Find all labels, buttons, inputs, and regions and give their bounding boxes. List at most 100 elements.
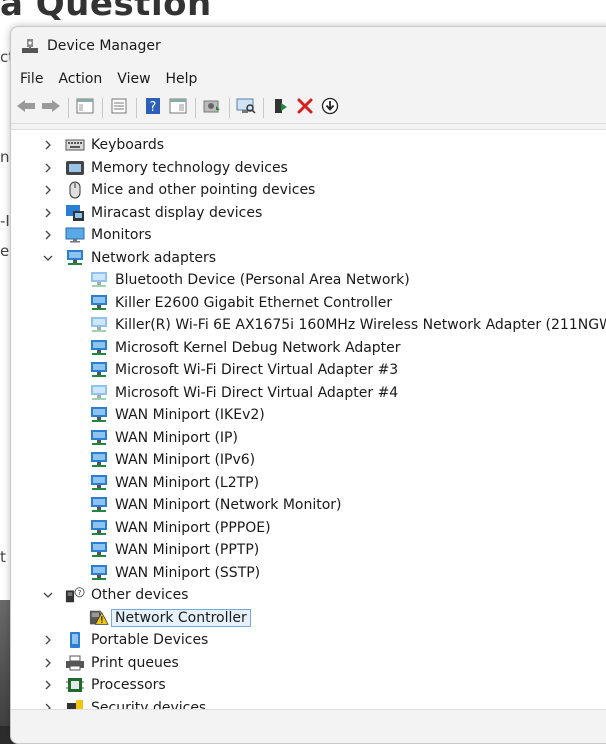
background-text-fragment: n (0, 148, 10, 166)
network-adapter-icon (89, 406, 109, 424)
network-adapter-icon (89, 564, 109, 582)
status-bar (11, 709, 606, 743)
tree-device-wan-miniport-ipv6[interactable]: WAN Miniport (IPv6) (89, 449, 255, 471)
toolbar-separator (136, 98, 137, 118)
tree-item-label: Microsoft Kernel Debug Network Adapter (115, 339, 401, 356)
network-adapter-dim-icon (89, 271, 109, 289)
help-button[interactable]: ? (141, 97, 165, 119)
toolbar-separator (195, 98, 196, 118)
chevron-down-icon[interactable] (41, 254, 55, 262)
forward-button[interactable] (39, 97, 63, 119)
add-driver-button[interactable] (268, 97, 292, 119)
disable-device-button[interactable] (318, 97, 342, 119)
update-driver-button[interactable] (200, 97, 224, 119)
tree-device-wan-miniport-sstp[interactable]: WAN Miniport (SSTP) (89, 562, 260, 584)
scan-hardware-icon (236, 98, 256, 118)
menu-bar: File Action View Help (11, 65, 606, 93)
unknown-device-icon: ? (65, 586, 85, 604)
background-page-heading: a Question (0, 0, 212, 24)
show-hide-console-tree-button[interactable] (73, 97, 97, 119)
network-adapter-icon (89, 496, 109, 514)
chevron-down-icon[interactable] (41, 591, 55, 599)
tree-item-label: Microsoft Wi-Fi Direct Virtual Adapter #… (115, 362, 399, 378)
tree-device-microsoft-kernel-debug-network-adapter[interactable]: Microsoft Kernel Debug Network Adapter (89, 337, 401, 359)
tree-category-keyboards[interactable]: Keyboards (41, 134, 164, 156)
monitor-icon (65, 226, 85, 244)
background-text-fragment: t (0, 548, 6, 566)
network-adapter-icon (89, 541, 109, 559)
action-pane-button[interactable] (166, 97, 190, 119)
tree-category-security-devices[interactable]: Security devices (41, 697, 206, 710)
menu-file[interactable]: File (20, 71, 53, 87)
chevron-right-icon[interactable] (41, 140, 55, 150)
network-adapter-icon (89, 339, 109, 357)
network-adapter-dim-icon (89, 316, 109, 334)
tree-item-label: Processors (91, 677, 166, 693)
network-icon (65, 249, 85, 267)
back-icon (16, 99, 36, 117)
tree-item-label: WAN Miniport (IPv6) (115, 452, 256, 468)
tree-device-wan-miniport-ikev2[interactable]: WAN Miniport (IKEv2) (89, 404, 265, 426)
tree-device-network-controller[interactable]: Network Controller (89, 607, 251, 629)
chevron-right-icon[interactable] (41, 635, 55, 645)
tree-category-print-queues[interactable]: Print queues (41, 652, 179, 674)
properties-button[interactable] (107, 97, 131, 119)
toolbar-separator (68, 98, 69, 118)
chevron-right-icon[interactable] (41, 680, 55, 690)
network-adapter-icon (89, 451, 109, 469)
tree-category-network-adapters[interactable]: Network adapters (41, 247, 216, 269)
menu-view[interactable]: View (117, 71, 160, 87)
portable-device-icon (65, 631, 85, 649)
tree-category-miracast-display-devices[interactable]: Miracast display devices (41, 202, 262, 224)
chevron-right-icon[interactable] (41, 185, 55, 195)
tree-item-label: Microsoft Wi-Fi Direct Virtual Adapter #… (115, 384, 399, 401)
mouse-icon (65, 181, 85, 199)
tree-device-killer-e2600-gigabit-ethernet-controller[interactable]: Killer E2600 Gigabit Ethernet Controller (89, 292, 392, 314)
tree-item-label: Print queues (91, 654, 179, 671)
chevron-right-icon[interactable] (41, 230, 55, 240)
tree-device-wan-miniport-l2tp[interactable]: WAN Miniport (L2TP) (89, 472, 259, 494)
update-driver-icon (203, 98, 221, 118)
toolbar-separator (229, 98, 230, 118)
tree-item-label: WAN Miniport (L2TP) (115, 474, 260, 491)
tree-item-label: Killer(R) Wi-Fi 6E AX1675i 160MHz Wirele… (115, 317, 606, 333)
menu-action[interactable]: Action (58, 71, 112, 87)
scan-hardware-button[interactable] (234, 97, 258, 119)
tree-device-bluetooth-device-personal-area-network[interactable]: Bluetooth Device (Personal Area Network) (89, 269, 410, 291)
toolbar-separator (263, 98, 264, 118)
tree-item-label: WAN Miniport (IKEv2) (115, 407, 265, 423)
chevron-right-icon[interactable] (41, 163, 55, 173)
menu-help[interactable]: Help (166, 71, 208, 87)
uninstall-device-button[interactable] (293, 97, 317, 119)
tree-device-microsoft-wi-fi-direct-virtual-adapter-4[interactable]: Microsoft Wi-Fi Direct Virtual Adapter #… (89, 382, 398, 404)
network-adapter-icon (89, 429, 109, 447)
tree-device-wan-miniport-ip[interactable]: WAN Miniport (IP) (89, 427, 238, 449)
tree-item-label: WAN Miniport (Network Monitor) (115, 497, 342, 513)
add-driver-icon (272, 97, 288, 119)
tree-category-mice-and-other-pointing-devices[interactable]: Mice and other pointing devices (41, 179, 315, 201)
tree-category-memory-technology-devices[interactable]: Memory technology devices (41, 157, 288, 179)
title-bar[interactable]: Device Manager (11, 27, 606, 65)
tree-category-monitors[interactable]: Monitors (41, 224, 152, 246)
tree-device-microsoft-wi-fi-direct-virtual-adapter-3[interactable]: Microsoft Wi-Fi Direct Virtual Adapter #… (89, 359, 398, 381)
uninstall-device-icon (297, 98, 313, 118)
tree-category-processors[interactable]: Processors (41, 674, 166, 696)
back-button[interactable] (14, 97, 38, 119)
tree-device-killer-r-wi-fi-6e-ax1675i-160mhz-wireless-network-adapter-211ngw[interactable]: Killer(R) Wi-Fi 6E AX1675i 160MHz Wirele… (89, 314, 606, 336)
help-icon: ? (145, 97, 161, 119)
tree-category-other-devices[interactable]: ? Other devices (41, 584, 188, 606)
tree-device-wan-miniport-network-monitor[interactable]: WAN Miniport (Network Monitor) (89, 494, 342, 516)
tree-device-wan-miniport-pptp[interactable]: WAN Miniport (PPTP) (89, 539, 259, 561)
chevron-right-icon[interactable] (41, 658, 55, 668)
background-text-fragment: -I (0, 212, 10, 230)
tree-item-label: Monitors (91, 227, 152, 243)
tree-device-wan-miniport-pppoe[interactable]: WAN Miniport (PPPOE) (89, 517, 271, 539)
network-adapter-dim-icon (89, 384, 109, 402)
tree-item-label: Memory technology devices (91, 159, 288, 176)
action-pane-icon (169, 98, 187, 118)
toolbar-separator (102, 98, 103, 118)
tree-item-label: WAN Miniport (SSTP) (115, 564, 261, 581)
tree-category-portable-devices[interactable]: Portable Devices (41, 629, 208, 651)
device-manager-window: Device Manager File Action View Help ? K… (10, 26, 606, 744)
chevron-right-icon[interactable] (41, 208, 55, 218)
